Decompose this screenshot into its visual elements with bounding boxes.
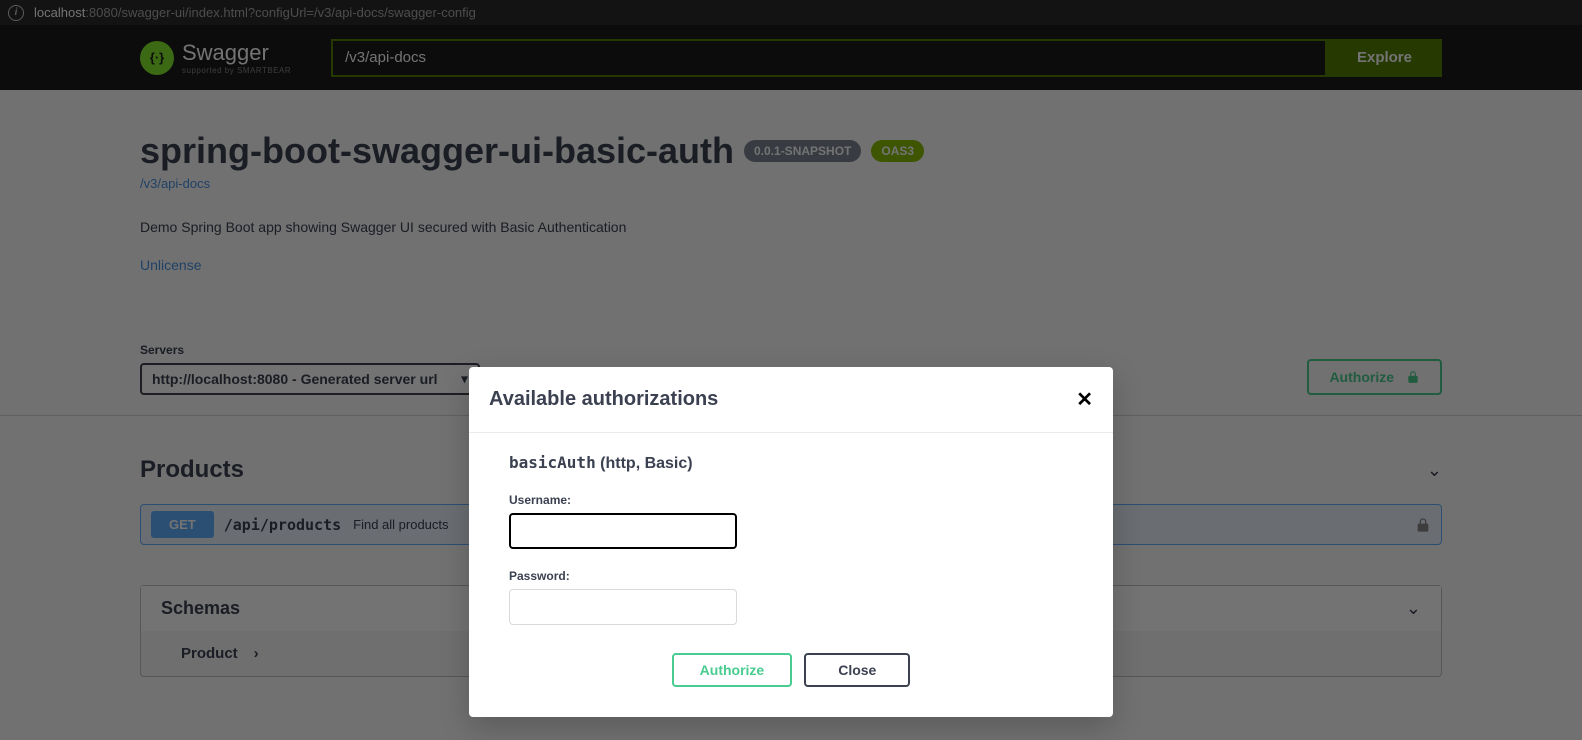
modal-close-button[interactable]: Close	[804, 653, 910, 687]
username-input[interactable]	[509, 513, 737, 549]
authorization-modal: Available authorizations ✕ basicAuth (ht…	[469, 367, 1113, 717]
modal-authorize-button[interactable]: Authorize	[672, 653, 793, 687]
modal-header: Available authorizations ✕	[469, 367, 1113, 433]
auth-scheme-name: basicAuth	[509, 453, 596, 472]
modal-title: Available authorizations	[489, 388, 718, 411]
username-label: Username:	[509, 493, 1073, 507]
modal-body: basicAuth (http, Basic) Username: Passwo…	[469, 433, 1113, 717]
modal-actions: Authorize Close	[509, 653, 1073, 687]
auth-scheme-type: (http, Basic)	[600, 455, 692, 472]
password-input[interactable]	[509, 589, 737, 625]
password-label: Password:	[509, 569, 1073, 583]
close-icon[interactable]: ✕	[1076, 387, 1093, 412]
